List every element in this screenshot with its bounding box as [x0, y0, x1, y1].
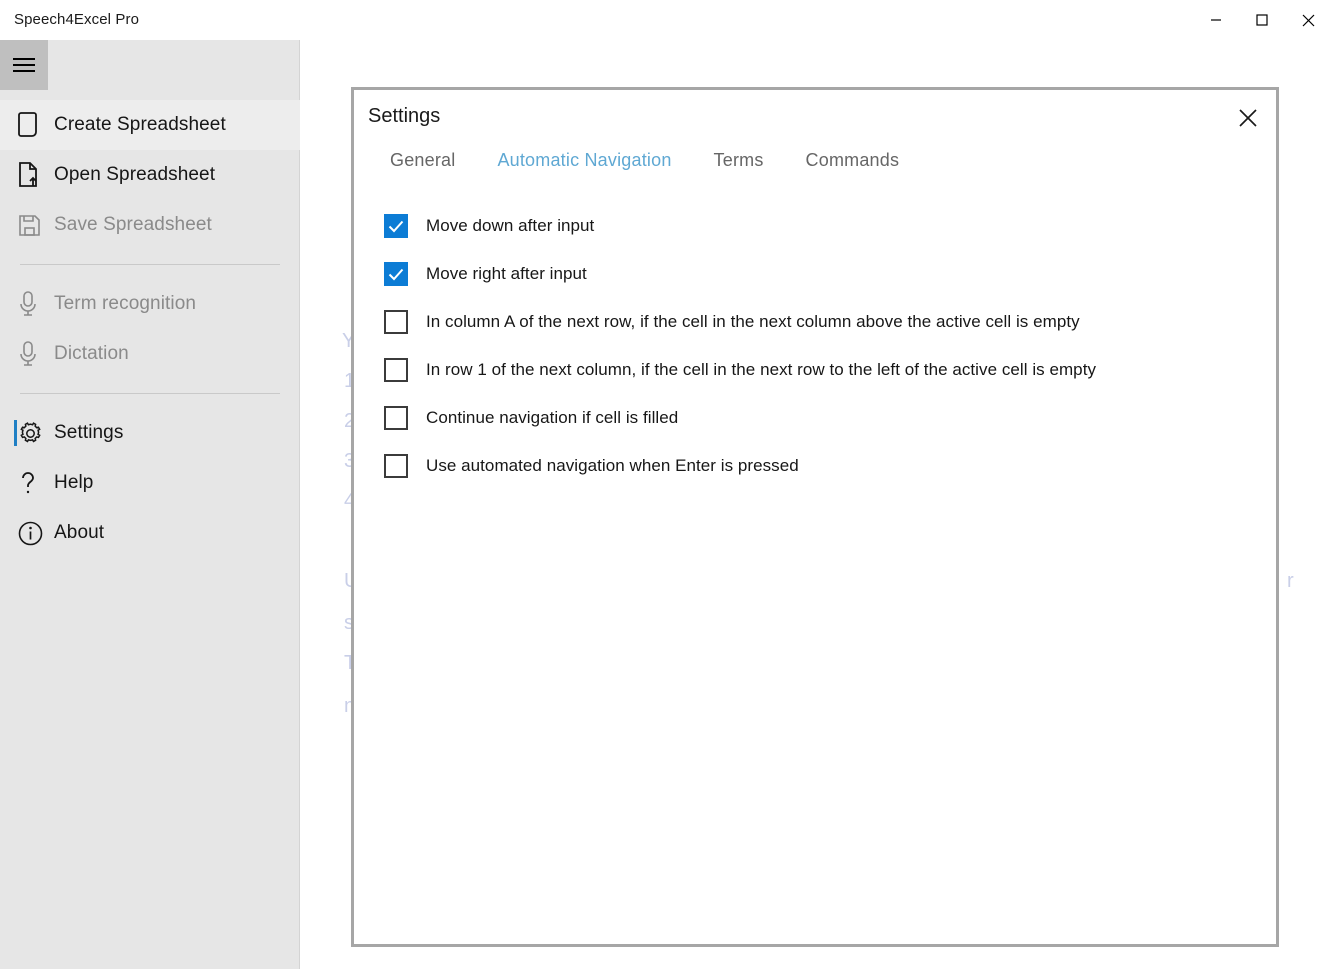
- option-move-right-after-input[interactable]: Move right after input: [384, 250, 1262, 298]
- option-column-a-next-row[interactable]: In column A of the next row, if the cell…: [384, 298, 1262, 346]
- info-circle-icon: [18, 521, 52, 546]
- close-button[interactable]: [1285, 0, 1331, 40]
- sidebar-item-about[interactable]: About: [0, 508, 300, 558]
- close-icon: [1238, 108, 1258, 128]
- dialog-close-button[interactable]: [1228, 98, 1268, 138]
- sidebar-item-help[interactable]: Help: [0, 458, 300, 508]
- microphone-icon: [18, 341, 52, 367]
- minimize-button[interactable]: [1193, 0, 1239, 40]
- sidebar-item-label: Help: [54, 472, 93, 494]
- checkbox-row-1-next-column[interactable]: [384, 358, 408, 382]
- sidebar: Create Spreadsheet Open Spreadsheet: [0, 40, 300, 969]
- option-label: Move down after input: [426, 216, 594, 236]
- ghost-text: r: [1287, 570, 1294, 593]
- option-continue-navigation-if-filled[interactable]: Continue navigation if cell is filled: [384, 394, 1262, 442]
- maximize-icon: [1256, 14, 1268, 26]
- checkbox-move-down-after-input[interactable]: [384, 214, 408, 238]
- tab-commands[interactable]: Commands: [806, 150, 900, 171]
- question-mark-icon: [18, 470, 52, 496]
- sidebar-divider: [20, 393, 280, 394]
- spreadsheet-new-icon: [18, 112, 52, 138]
- tab-terms[interactable]: Terms: [714, 150, 764, 171]
- option-row-1-next-column[interactable]: In row 1 of the next column, if the cell…: [384, 346, 1262, 394]
- option-label: Move right after input: [426, 264, 587, 284]
- sidebar-item-save-spreadsheet[interactable]: Save Spreadsheet: [0, 200, 300, 250]
- option-automated-navigation-on-enter[interactable]: Use automated navigation when Enter is p…: [384, 442, 1262, 490]
- sidebar-item-create-spreadsheet[interactable]: Create Spreadsheet: [0, 100, 300, 150]
- option-label: Use automated navigation when Enter is p…: [426, 456, 799, 476]
- option-label: In column A of the next row, if the cell…: [426, 312, 1080, 332]
- settings-dialog: Settings General Automatic Navigation Te…: [351, 87, 1279, 947]
- dialog-title: Settings: [368, 105, 440, 128]
- gear-icon: [18, 421, 52, 446]
- checkbox-move-right-after-input[interactable]: [384, 262, 408, 286]
- selected-indicator: [14, 420, 17, 446]
- sidebar-divider: [20, 264, 280, 265]
- sidebar-item-dictation[interactable]: Dictation: [0, 329, 300, 379]
- floppy-save-icon: [18, 214, 52, 237]
- check-icon: [388, 268, 404, 281]
- option-label: Continue navigation if cell is filled: [426, 408, 678, 428]
- minimize-icon: [1210, 14, 1222, 26]
- option-move-down-after-input[interactable]: Move down after input: [384, 202, 1262, 250]
- sidebar-item-label: About: [54, 522, 104, 544]
- sidebar-item-label: Term recognition: [54, 293, 196, 315]
- hamburger-icon: [13, 54, 35, 76]
- checkbox-automated-navigation-on-enter[interactable]: [384, 454, 408, 478]
- settings-tabs: General Automatic Navigation Terms Comma…: [390, 150, 899, 171]
- automatic-navigation-options: Move down after input Move right after i…: [384, 202, 1262, 490]
- check-icon: [388, 220, 404, 233]
- window-controls: [1193, 0, 1331, 40]
- tab-general[interactable]: General: [390, 150, 455, 171]
- checkbox-column-a-next-row[interactable]: [384, 310, 408, 334]
- sidebar-item-label: Dictation: [54, 343, 129, 365]
- microphone-icon: [18, 291, 52, 317]
- menu-toggle-button[interactable]: [0, 40, 48, 90]
- app-title: Speech4Excel Pro: [14, 11, 139, 28]
- maximize-button[interactable]: [1239, 0, 1285, 40]
- option-label: In row 1 of the next column, if the cell…: [426, 360, 1096, 380]
- close-icon: [1302, 14, 1315, 27]
- document-open-icon: [18, 162, 52, 188]
- window-title-bar: Speech4Excel Pro: [0, 0, 1331, 40]
- sidebar-item-label: Create Spreadsheet: [54, 114, 226, 136]
- sidebar-item-open-spreadsheet[interactable]: Open Spreadsheet: [0, 150, 300, 200]
- sidebar-nav-list: Create Spreadsheet Open Spreadsheet: [0, 100, 300, 558]
- checkbox-continue-navigation-if-filled[interactable]: [384, 406, 408, 430]
- sidebar-item-settings[interactable]: Settings: [0, 408, 300, 458]
- sidebar-item-label: Save Spreadsheet: [54, 214, 212, 236]
- sidebar-item-label: Settings: [54, 422, 123, 444]
- sidebar-item-term-recognition[interactable]: Term recognition: [0, 279, 300, 329]
- sidebar-item-label: Open Spreadsheet: [54, 164, 215, 186]
- tab-automatic-navigation[interactable]: Automatic Navigation: [497, 150, 671, 171]
